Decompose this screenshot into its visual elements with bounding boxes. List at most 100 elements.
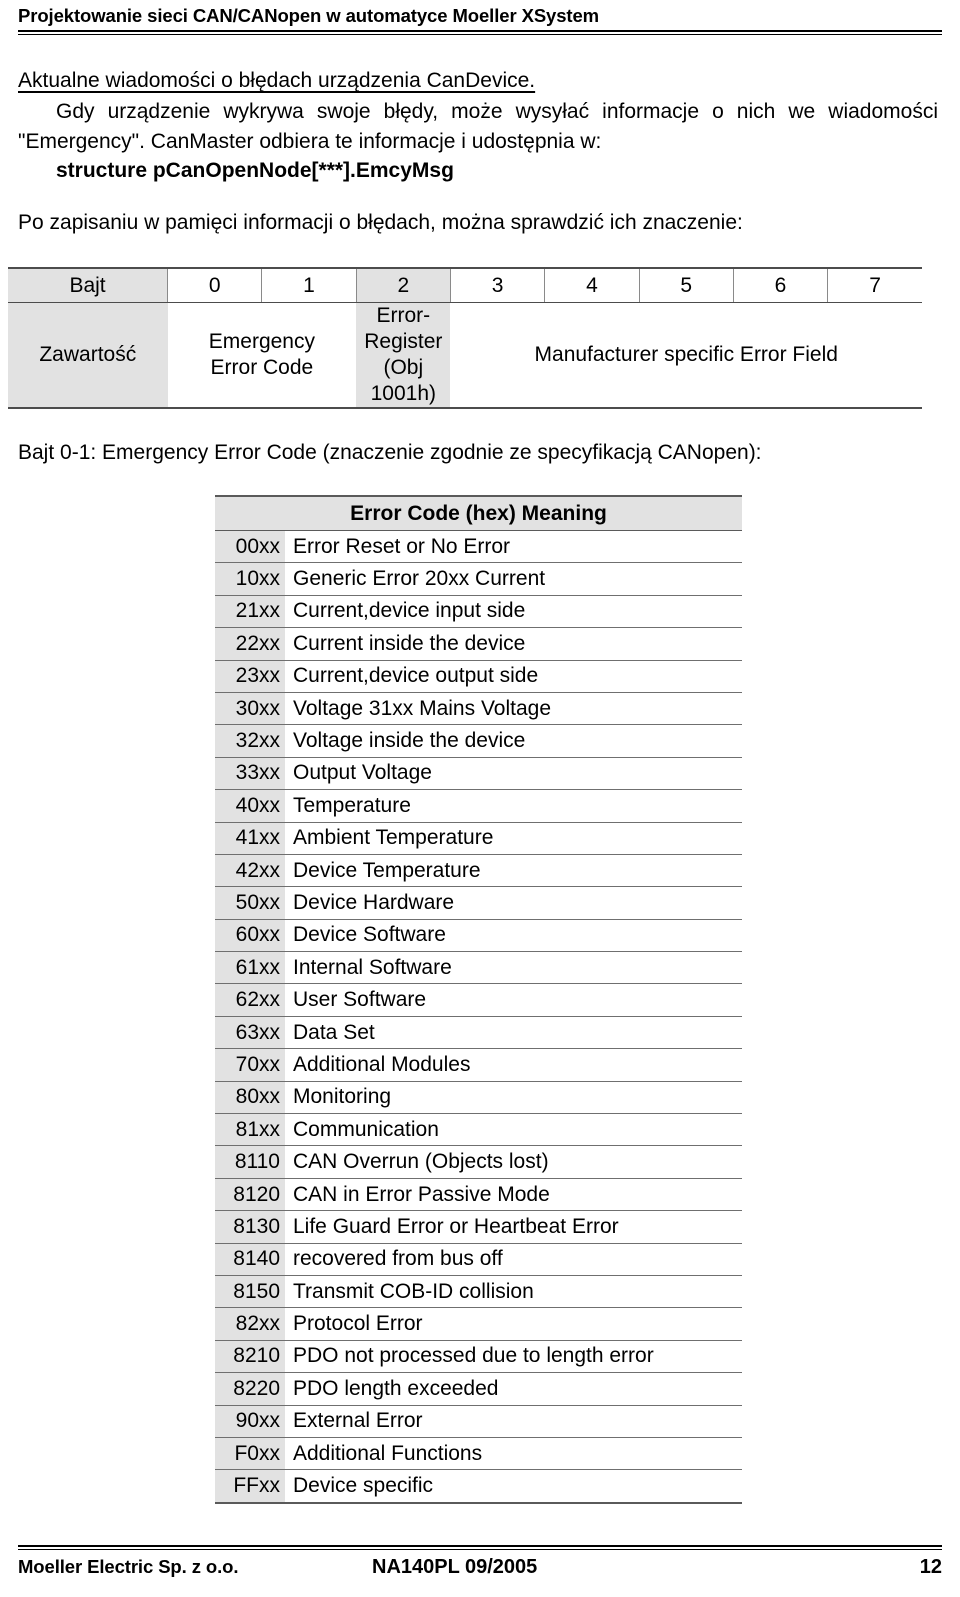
- error-code-meaning: External Error: [285, 1405, 743, 1438]
- error-code-row: 8120 CAN in Error Passive Mode: [215, 1178, 743, 1212]
- error-code-meaning: CAN in Error Passive Mode: [285, 1178, 743, 1212]
- intro-paragraph: Gdy urządzenie wykrywa swoje błędy, może…: [18, 97, 938, 156]
- byte-table-header-row: Bajt 0 1 2 3 4 5 6 7: [8, 267, 922, 303]
- error-code-row: 8210 PDO not processed due to length erro…: [215, 1340, 743, 1374]
- header-divider: [18, 30, 942, 35]
- document-running-header: Projektowanie sieci CAN/CANopen w automa…: [18, 4, 942, 35]
- error-code-meaning: PDO length exceeded: [285, 1372, 743, 1406]
- byte-number-4: 4: [544, 267, 640, 303]
- error-code-row: 41xx Ambient Temperature: [215, 822, 743, 855]
- error-code-meaning: Additional Modules: [285, 1048, 743, 1082]
- byte-range-caption: Bajt 0-1: Emergency Error Code (znaczeni…: [18, 441, 762, 464]
- footer-row: Moeller Electric Sp. z o.o. NA140PL 09/2…: [18, 1553, 942, 1583]
- error-code-value: 80xx: [215, 1081, 285, 1115]
- byte-number-1: 1: [261, 267, 357, 303]
- error-code-meaning: CAN Overrun (Objects lost): [285, 1145, 743, 1179]
- error-code-meaning: PDO not processed due to length error: [285, 1340, 743, 1374]
- error-code-row: 61xx Internal Software: [215, 951, 743, 985]
- error-code-meaning: Voltage inside the device: [285, 724, 743, 758]
- error-code-meaning: Device specific: [285, 1469, 743, 1504]
- error-code-value: 82xx: [215, 1307, 285, 1341]
- error-code-table-wrapper: Error Code (hex) Meaning 00xx Error Reset…: [215, 495, 743, 1504]
- error-code-meaning: Current inside the device: [285, 627, 743, 661]
- error-code-value: FFxx: [215, 1469, 285, 1504]
- error-code-row: 81xx Communication: [215, 1113, 743, 1147]
- error-code-value: 90xx: [215, 1405, 285, 1438]
- error-code-row: F0xx Additional Functions: [215, 1437, 743, 1471]
- error-code-meaning: Monitoring: [285, 1081, 743, 1115]
- error-code-table-head: Error Code (hex) Meaning: [215, 495, 743, 531]
- error-code-row: 40xx Temperature: [215, 789, 743, 823]
- error-code-meaning: Data Set: [285, 1016, 743, 1050]
- error-code-row: 32xx Voltage inside the device: [215, 724, 743, 758]
- emergency-error-code-line-2: Error Code: [210, 356, 314, 379]
- error-code-value: 41xx: [215, 822, 285, 855]
- error-code-meaning: Ambient Temperature: [285, 822, 743, 855]
- document-body: Aktualne wiadomości o błędach urządzenia…: [18, 66, 942, 237]
- error-code-header-row: Error Code (hex) Meaning: [215, 495, 743, 531]
- error-code-meaning: Transmit COB-ID collision: [285, 1275, 743, 1309]
- error-register-line-4: 1001h): [370, 382, 437, 405]
- error-code-value: 81xx: [215, 1113, 285, 1147]
- error-code-value: 63xx: [215, 1016, 285, 1050]
- error-code-meaning: User Software: [285, 983, 743, 1017]
- error-code-row: 8140 recovered from bus off: [215, 1243, 743, 1276]
- byte-number-5: 5: [638, 267, 734, 303]
- error-code-value: 8210: [215, 1340, 285, 1374]
- error-code-meaning: Error Reset or No Error: [285, 530, 743, 564]
- document-page: Projektowanie sieci CAN/CANopen w automa…: [0, 0, 960, 1597]
- error-code-meaning: Device Temperature: [285, 854, 743, 888]
- error-code-value: 00xx: [215, 530, 285, 564]
- error-code-value: 10xx: [215, 562, 285, 596]
- error-code-value: 30xx: [215, 692, 285, 726]
- intro-paragraph-text: Gdy urządzenie wykrywa swoje błędy, może…: [18, 100, 938, 153]
- error-code-value: 8120: [215, 1178, 285, 1212]
- error-code-row: 8220 PDO length exceeded: [215, 1372, 743, 1406]
- error-code-value: 60xx: [215, 919, 285, 953]
- cell-emergency-error-code: Emergency Error Code: [167, 302, 357, 409]
- error-code-meaning: Device Hardware: [285, 886, 743, 920]
- error-code-row: 21xx Current,device input side: [215, 595, 743, 629]
- byte-number-3: 3: [449, 267, 545, 303]
- error-code-value: 8140: [215, 1243, 285, 1276]
- error-code-meaning: Device Software: [285, 919, 743, 953]
- cell-error-register: Error- Register (Obj 1001h): [356, 302, 451, 409]
- error-code-value: 22xx: [215, 627, 285, 661]
- error-code-row: 63xx Data Set: [215, 1016, 743, 1050]
- error-code-row: 8130 Life Guard Error or Heartbeat Error: [215, 1210, 743, 1244]
- cell-manufacturer-error-field: Manufacturer specific Error Field: [450, 302, 922, 409]
- error-code-value: 23xx: [215, 660, 285, 693]
- byte-number-6: 6: [732, 267, 828, 303]
- error-code-meaning: Current,device input side: [285, 595, 743, 629]
- error-code-value: 8220: [215, 1372, 285, 1406]
- error-code-row: 62xx User Software: [215, 983, 743, 1017]
- error-register-line-1: Error-: [376, 304, 431, 327]
- footer-page-number: 12: [919, 1556, 942, 1578]
- error-code-row: 80xx Monitoring: [215, 1081, 743, 1115]
- error-code-table-body: 00xx Error Reset or No Error 10xx Generic E…: [215, 530, 743, 1504]
- footer-company: Moeller Electric Sp. z o.o.: [18, 1556, 239, 1577]
- error-code-meaning: Current,device output side: [285, 660, 743, 693]
- error-code-meaning: recovered from bus off: [285, 1243, 743, 1276]
- byte-row-label-bajt: Bajt: [8, 267, 168, 303]
- error-code-value: 8150: [215, 1275, 285, 1309]
- error-code-meaning: Generic Error 20xx Current: [285, 562, 743, 596]
- byte-number-0: 0: [167, 267, 262, 303]
- byte-number-7: 7: [827, 267, 922, 303]
- error-code-row: 8150 Transmit COB-ID collision: [215, 1275, 743, 1309]
- error-code-value: 50xx: [215, 886, 285, 920]
- error-code-row: 23xx Current,device output side: [215, 660, 743, 693]
- byte-number-2: 2: [355, 267, 451, 303]
- error-code-value: 21xx: [215, 595, 285, 629]
- memory-paragraph: Po zapisaniu w pamięci informacji o błęd…: [18, 211, 743, 234]
- error-code-value: 8130: [215, 1210, 285, 1244]
- error-code-meaning: Life Guard Error or Heartbeat Error: [285, 1210, 743, 1244]
- error-code-meaning: Additional Functions: [285, 1437, 743, 1471]
- error-code-row: 90xx External Error: [215, 1405, 743, 1438]
- error-code-row: 22xx Current inside the device: [215, 627, 743, 661]
- error-code-meaning: Protocol Error: [285, 1307, 743, 1341]
- byte-row-label-zawartosc: Zawartość: [8, 302, 168, 409]
- error-code-table-header: Error Code (hex) Meaning: [215, 495, 743, 531]
- error-register-line-2: Register: [364, 330, 443, 353]
- error-code-row: 33xx Output Voltage: [215, 757, 743, 791]
